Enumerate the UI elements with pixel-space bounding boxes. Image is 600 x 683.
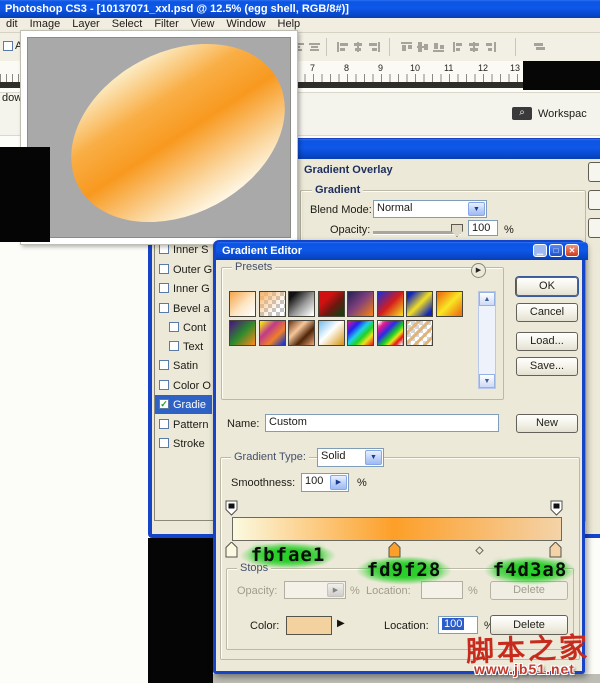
watermark-site-url: www.jb51.net — [474, 661, 575, 677]
watermark: 脚本之家 www.jb51.net — [0, 0, 600, 683]
photoshop-window: Photoshop CS3 - [10137071_xxl.psd @ 12.5… — [0, 0, 600, 683]
